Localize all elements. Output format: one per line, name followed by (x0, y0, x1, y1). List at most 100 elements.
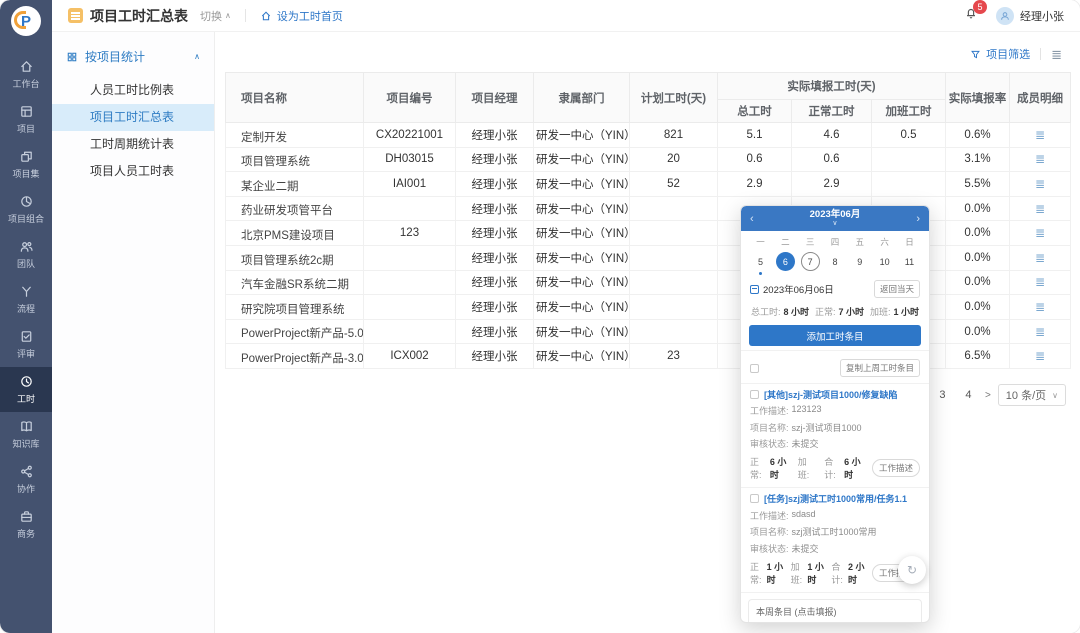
team-icon (19, 239, 34, 254)
table-row[interactable]: PowerProject新产品-5.0经理小张研发一中心（YIN）0.0%≣ (226, 319, 1071, 344)
member-detail-icon[interactable]: ≣ (1035, 300, 1045, 314)
sidebar-item-project[interactable]: 项目 (0, 97, 52, 142)
sidebar-item-label: 协作 (17, 482, 35, 495)
col-department: 隶属部门 (534, 73, 630, 123)
day-cell-today[interactable]: 7 (801, 252, 820, 271)
sidebar-item-label: 商务 (17, 527, 35, 540)
submenu-item-project-summary[interactable]: 项目工时汇总表 (52, 104, 214, 131)
sidebar-item-collab[interactable]: 协作 (0, 457, 52, 502)
select-all-checkbox[interactable] (750, 364, 759, 373)
table-row[interactable]: 定制开发CX20221001经理小张研发一中心（YIN）8215.14.60.5… (226, 123, 1071, 148)
project-filter-button[interactable]: 项目筛选 (970, 46, 1030, 62)
entry-title-link[interactable]: [其他]szj-测试项目1000/修复缺陷 (764, 390, 898, 401)
day-cell-selected[interactable]: 6 (776, 252, 795, 271)
avatar (996, 7, 1014, 25)
day-cell[interactable]: 5 (751, 252, 770, 271)
table-row[interactable]: 北京PMS建设项目123经理小张研发一中心（YIN）0.0%≣ (226, 221, 1071, 246)
page-button-4[interactable]: 4 (959, 385, 978, 405)
briefcase-icon (19, 509, 34, 524)
submenu-item-person-ratio[interactable]: 人员工时比例表 (52, 77, 214, 104)
entry-checkbox[interactable] (750, 494, 759, 503)
back-to-today-button[interactable]: 返回当天 (874, 280, 920, 298)
day-cell[interactable]: 8 (825, 252, 844, 271)
day-cell[interactable]: 11 (900, 252, 919, 271)
table-row[interactable]: 汽车金融SR系统二期经理小张研发一中心（YIN）0.0%≣ (226, 270, 1071, 295)
sidebar-item-workbench[interactable]: 工作台 (0, 52, 52, 97)
week-items-section: 本周条目 (点击填报) [任务] 任务2.2 项目:szj测试工时1000常用 … (748, 599, 922, 623)
add-entry-button[interactable]: 添加工时条目 (749, 325, 921, 346)
sidebar-item-process[interactable]: 流程 (0, 277, 52, 322)
col-planned-hours: 计划工时(天) (630, 73, 718, 123)
portfolio-icon (19, 194, 34, 209)
chevron-down-icon: ∨ (832, 220, 837, 227)
table-row[interactable]: 研究院项目管理系统经理小张研发一中心（YIN）0.0%≣ (226, 295, 1071, 320)
day-cell[interactable]: 9 (850, 252, 869, 271)
member-detail-icon[interactable]: ≣ (1035, 251, 1045, 265)
process-icon (19, 284, 34, 299)
user-menu[interactable]: 经理小张 (996, 7, 1064, 25)
col-normal-hours: 正常工时 (792, 100, 872, 123)
member-detail-icon[interactable]: ≣ (1035, 202, 1045, 216)
sidebar-item-business[interactable]: 商务 (0, 502, 52, 547)
page-size-select[interactable]: 10 条/页∨ (998, 384, 1066, 406)
submenu-item-project-person[interactable]: 项目人员工时表 (52, 158, 214, 185)
work-desc-button[interactable]: 工作描述 (872, 459, 920, 477)
home-icon (260, 10, 272, 22)
table-row[interactable]: 药业研发项管平台经理小张研发一中心（YIN）0.0%≣ (226, 196, 1071, 221)
sidebar-item-label: 评审 (17, 347, 35, 360)
app-window: P 工作台 项目 项目集 项目组合 团队 (0, 0, 1080, 633)
set-home-button[interactable]: 设为工时首页 (260, 8, 343, 24)
member-detail-icon[interactable]: ≣ (1035, 226, 1045, 240)
table-toolbar: 项目筛选 ≣ (215, 32, 1080, 68)
sidebar-item-label: 团队 (17, 257, 35, 270)
member-detail-icon[interactable]: ≣ (1035, 128, 1045, 142)
prev-month-button[interactable]: ‹ (750, 213, 754, 225)
sidebar-item-label: 知识库 (12, 437, 39, 450)
submenu-item-period-stats[interactable]: 工时周期统计表 (52, 131, 214, 158)
table-row[interactable]: PowerProject新产品-3.0ICX002经理小张研发一中心（YIN）2… (226, 344, 1071, 369)
sidebar-item-portfolio[interactable]: 项目组合 (0, 187, 52, 232)
selected-date-row: 2023年06月06日 返回当天 (741, 271, 929, 298)
app-logo[interactable]: P (0, 0, 52, 42)
member-detail-icon[interactable]: ≣ (1035, 177, 1045, 191)
table-row[interactable]: 某企业二期IAI001经理小张研发一中心（YIN）522.92.95.5%≣ (226, 172, 1071, 197)
table-row[interactable]: 项目管理系统DH03015经理小张研发一中心（YIN）200.60.63.1%≣ (226, 147, 1071, 172)
selected-date: 2023年06月06日 (750, 282, 834, 296)
page-title: 项目工时汇总表 (90, 6, 188, 26)
chevron-up-icon: ∧ (194, 52, 200, 61)
home-icon (19, 59, 34, 74)
sidebar-item-label: 项目 (17, 122, 35, 135)
member-detail-icon[interactable]: ≣ (1035, 349, 1045, 363)
sidebar-item-team[interactable]: 团队 (0, 232, 52, 277)
entry-title-link[interactable]: [任务]szj测试工时1000常用/任务1.1 (764, 494, 907, 505)
day-cell[interactable]: 10 (875, 252, 894, 271)
sidebar-item-label: 流程 (17, 302, 35, 315)
column-settings-icon[interactable]: ≣ (1051, 48, 1062, 61)
sidebar-item-knowledge[interactable]: 知识库 (0, 412, 52, 457)
member-detail-icon[interactable]: ≣ (1035, 275, 1045, 289)
next-page-button[interactable]: > (985, 390, 991, 401)
table-row[interactable]: 项目管理系统2c期经理小张研发一中心（YIN）0.0%≣ (226, 245, 1071, 270)
col-fill-rate: 实际填报率 (946, 73, 1010, 123)
chevron-down-icon: ∨ (1052, 391, 1058, 400)
member-detail-icon[interactable]: ≣ (1035, 152, 1045, 166)
menu-group-by-project[interactable]: 按项目统计 ∧ (52, 32, 214, 77)
notifications-button[interactable]: 5 (964, 6, 978, 25)
month-selector[interactable]: 2023年06月 ∨ (810, 210, 861, 228)
sidebar-item-timesheet[interactable]: 工时 (0, 367, 52, 412)
sidebar-item-review[interactable]: 评审 (0, 322, 52, 367)
col-project-manager: 项目经理 (456, 73, 534, 123)
entry-checkbox[interactable] (750, 390, 759, 399)
member-detail-icon[interactable]: ≣ (1035, 325, 1045, 339)
sidebar-item-project-set[interactable]: 项目集 (0, 142, 52, 187)
week-section-title: 本周条目 (点击填报) (749, 600, 921, 623)
calendar-header: ‹ 2023年06月 ∨ › (741, 206, 929, 231)
copy-last-week-button[interactable]: 复制上周工时条目 (840, 359, 920, 377)
projects-table: 项目名称 项目编号 项目经理 隶属部门 计划工时(天) 实际填报工时(天) 实际… (225, 72, 1071, 369)
page-button-3[interactable]: 3 (933, 385, 952, 405)
switch-report-button[interactable]: 切换∧ (200, 8, 231, 24)
floating-widget[interactable]: ↻ (898, 556, 926, 584)
copy-row: 复制上周工时条目 (741, 350, 929, 384)
next-month-button[interactable]: › (916, 213, 920, 225)
share-icon (19, 464, 34, 479)
